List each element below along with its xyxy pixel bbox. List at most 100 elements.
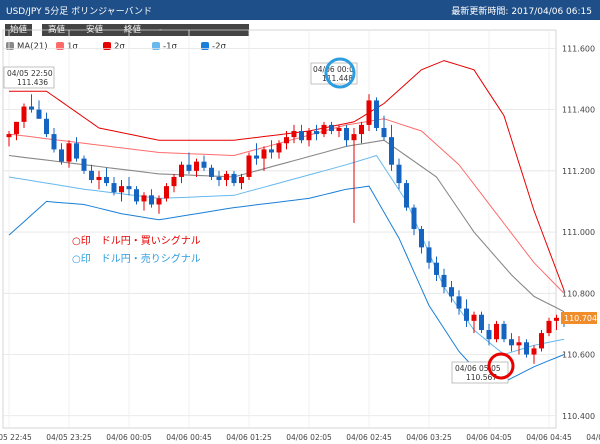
x-tick-label: 04/06 00:45: [166, 433, 212, 442]
candle-body: [374, 100, 379, 128]
candle-body: [411, 207, 417, 229]
current-price-value: 110.704: [564, 314, 597, 323]
x-tick-label: 04/06 00:05: [106, 433, 152, 442]
candle-body: [524, 342, 529, 355]
grid: [2, 29, 557, 429]
candle: [224, 170, 229, 187]
candle-body: [494, 323, 499, 340]
candle-body: [441, 274, 447, 288]
candle-body: [6, 134, 12, 138]
candle: [419, 225, 424, 254]
sell-signal-text: ○印 ドル円・売りシグナル: [72, 252, 201, 265]
candle: [449, 281, 454, 303]
candle-body: [96, 176, 102, 181]
candle-body: [246, 155, 252, 177]
candle-body: [29, 106, 34, 110]
candle: [486, 323, 492, 346]
candle-body: [321, 124, 327, 135]
x-tick-label: 04/05 23:25: [46, 433, 92, 442]
y-tick-label: 110.800: [562, 289, 595, 298]
candles: [6, 94, 567, 364]
candle-body: [231, 173, 237, 184]
candle: [36, 100, 42, 119]
candle: [299, 124, 304, 144]
candle: [6, 131, 12, 147]
candlestick-chart[interactable]: 111.600 111.400 111.200 111.000 110.800 110.6…: [0, 0, 600, 444]
candle-body: [36, 109, 42, 119]
candle-body: [21, 106, 27, 122]
candle: [119, 180, 124, 202]
callout-3-time: 04/06 05:05: [455, 364, 501, 373]
candle-body: [74, 143, 79, 159]
candle-body: [389, 137, 394, 165]
candle-body: [156, 198, 162, 205]
candle: [426, 241, 432, 269]
candle-body: [456, 296, 462, 309]
x-tick-label: 04/06 01:25: [226, 433, 272, 442]
candle: [96, 170, 102, 190]
candle: [494, 320, 499, 343]
candle-body: [186, 164, 192, 171]
x-tick-label: 04/05 22:45: [0, 433, 32, 442]
candle: [126, 176, 132, 196]
candle-body: [359, 124, 364, 135]
candle: [366, 94, 372, 132]
x-axis: 04/05 22:45 04/05 23:25 04/06 00:05 04/06 0…: [0, 433, 600, 442]
candle-body: [554, 317, 559, 321]
candle-body: [509, 339, 514, 346]
candle: [261, 146, 267, 171]
candle: [239, 173, 244, 190]
candle: [314, 124, 319, 141]
candle: [216, 170, 222, 187]
candle: [531, 345, 537, 364]
candle-body: [59, 149, 64, 162]
candle: [291, 124, 297, 144]
candle-body: [104, 176, 109, 184]
candle: [554, 314, 559, 331]
candle-body: [134, 189, 139, 202]
candle: [404, 180, 409, 211]
y-tick-label: 111.400: [562, 106, 595, 115]
callout-1-time: 04/05 22:50: [7, 69, 53, 78]
candle-body: [284, 137, 289, 144]
buy-signal-text: ○印 ドル円・買いシグナル: [72, 234, 201, 247]
candle: [546, 317, 552, 337]
candle-body: [209, 167, 214, 177]
candle: [149, 189, 154, 208]
candle-body: [51, 134, 57, 150]
candle-body: [486, 330, 492, 340]
candle: [411, 204, 417, 236]
ma21-line: [8, 139, 565, 313]
candle: [246, 152, 252, 181]
candle: [501, 320, 507, 343]
candle-body: [269, 149, 274, 153]
candle-body: [261, 149, 267, 159]
candle-body: [449, 287, 454, 297]
candle-body: [171, 176, 177, 187]
candle-body: [119, 186, 124, 193]
candle-body: [194, 161, 199, 171]
candle: [269, 140, 274, 159]
candle: [89, 164, 94, 184]
x-tick-label: 04/06 05:25: [586, 433, 600, 442]
candle-body: [404, 183, 409, 208]
y-tick-label: 110.600: [562, 351, 595, 360]
candle-body: [306, 131, 312, 141]
candle: [464, 299, 469, 327]
candle: [134, 186, 139, 205]
candle: [471, 311, 477, 334]
y-axis: 111.600 111.400 111.200 111.000 110.800 110.6…: [562, 44, 595, 420]
candle: [171, 173, 177, 193]
candle-body: [516, 342, 522, 346]
candle-body: [314, 131, 319, 135]
minus-2-sigma-line: [8, 185, 565, 383]
candle: [434, 256, 439, 282]
candle: [389, 124, 394, 171]
candle-body: [336, 127, 342, 132]
candle-body: [179, 164, 184, 177]
candle-body: [224, 173, 229, 181]
candle: [329, 121, 334, 135]
candle: [396, 158, 402, 190]
candle-body: [471, 314, 477, 321]
candle: [164, 183, 169, 202]
